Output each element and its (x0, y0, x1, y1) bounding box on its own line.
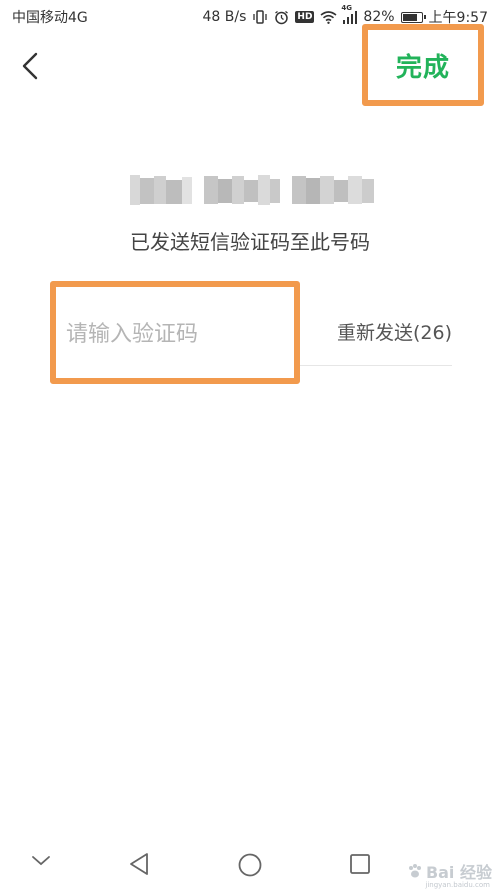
baidu-watermark: Bai 经验 (407, 859, 492, 883)
pixelated-number-image (130, 175, 374, 205)
chevron-down-icon (32, 856, 50, 866)
hd-icon: HD (295, 11, 315, 23)
sms-sent-hint: 已发送短信验证码至此号码 (130, 230, 370, 254)
nav-home-button[interactable] (237, 852, 263, 878)
battery-icon (400, 11, 426, 23)
input-underline (300, 365, 452, 366)
paw-icon (408, 864, 421, 878)
recents-square-icon (350, 854, 370, 874)
resend-button[interactable]: 重新发送(26) (337, 318, 452, 345)
nav-back-button[interactable] (128, 852, 150, 876)
done-button[interactable]: 完成 (362, 24, 484, 106)
battery-fill (402, 13, 417, 21)
nav-hide-button[interactable] (30, 852, 52, 868)
chevron-left-icon (22, 52, 38, 80)
wifi-icon (320, 10, 337, 24)
verification-code-input[interactable] (64, 315, 288, 353)
back-button[interactable] (14, 48, 46, 84)
back-triangle-icon (130, 853, 148, 875)
battery-percent: 82% (363, 9, 395, 25)
masked-phone-number (130, 170, 380, 210)
signal-icon: 4G (341, 4, 358, 24)
watermark-text: Bai 经验 (425, 863, 492, 882)
alarm-icon (274, 10, 289, 25)
net-speed: 48 B/s (202, 9, 247, 25)
carrier-label: 中国移动4G (12, 10, 88, 26)
done-label: 完成 (395, 52, 450, 83)
nav-recents-button[interactable] (348, 852, 372, 876)
system-nav-bar: Bai 经验 jingyan.baidu.com (0, 838, 500, 889)
watermark-url: jingyan.baidu.com (425, 881, 490, 889)
home-circle-icon (238, 853, 262, 877)
vibrate-icon (252, 10, 268, 24)
signal-label: 4G (341, 3, 353, 12)
code-input-highlight (50, 281, 300, 384)
